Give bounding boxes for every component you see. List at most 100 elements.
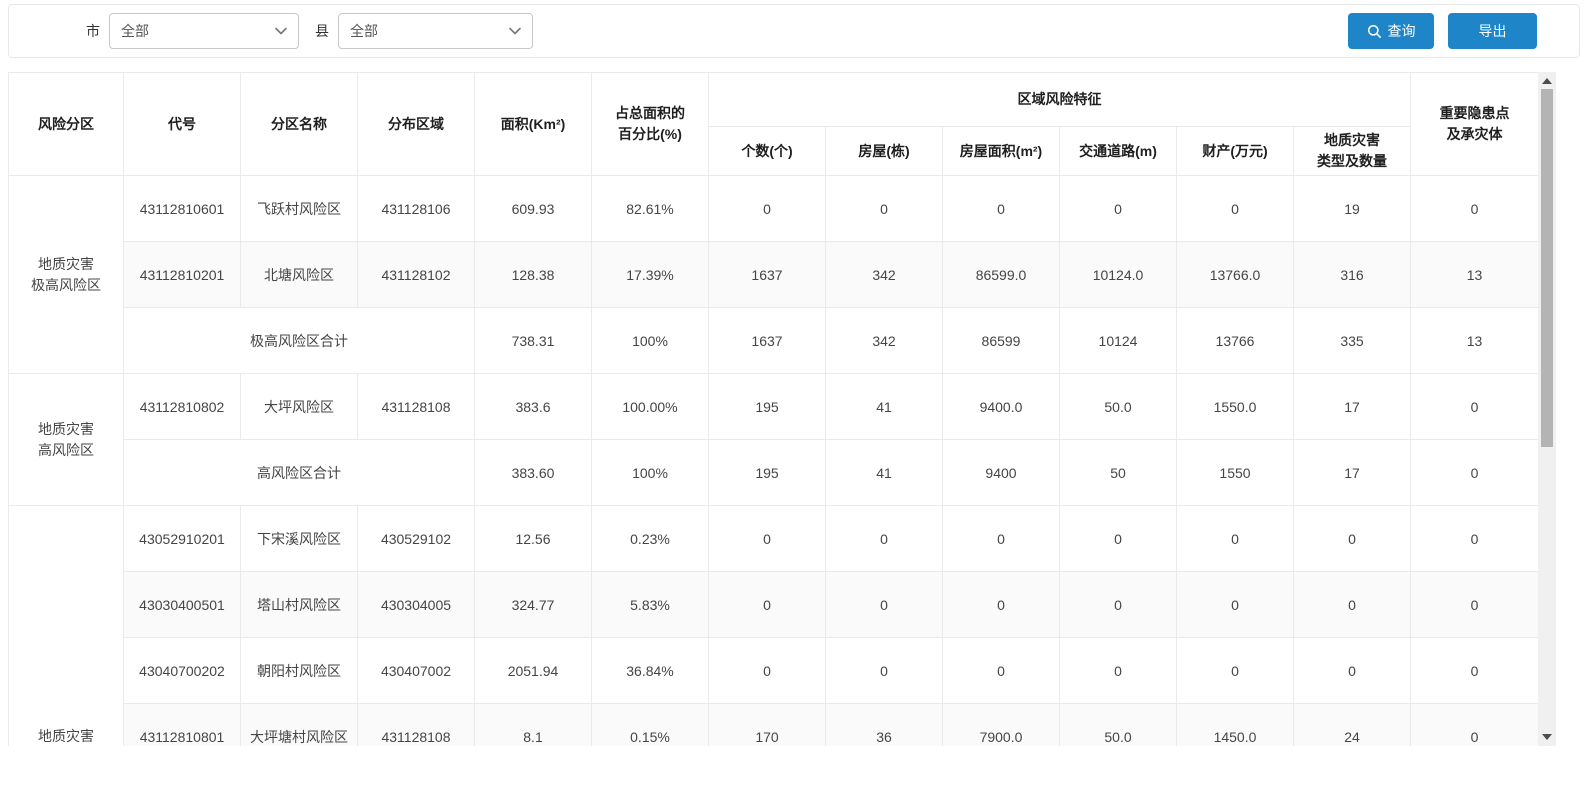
risk-group-cell: 地质灾害 极高风险区: [9, 176, 124, 374]
cell-roads: 0: [1060, 506, 1177, 572]
cell-property: 1550.0: [1177, 374, 1294, 440]
cell-name: 北塘风险区: [241, 242, 358, 308]
cell-area: 324.77: [475, 572, 592, 638]
table-row: 地质灾害 高风险区 43112810802 大坪风险区 431128108 38…: [9, 374, 1539, 440]
cell-hazards: 24: [1294, 704, 1411, 747]
cell-hazards: 17: [1294, 440, 1411, 506]
table-area: 风险分区 代号 分区名称 分布区域 面积(Km²) 占总面积的 百分比(%) 区…: [8, 72, 1556, 746]
cell-houses: 342: [826, 308, 943, 374]
cell-name: 大坪风险区: [241, 374, 358, 440]
cell-house-area: 7900.0: [943, 704, 1060, 747]
cell-roads: 0: [1060, 572, 1177, 638]
county-select[interactable]: 全部: [338, 13, 533, 49]
cell-pct: 100%: [592, 308, 709, 374]
cell-region: 431128102: [358, 242, 475, 308]
cell-name: 飞跃村风险区: [241, 176, 358, 242]
cell-pct: 100%: [592, 440, 709, 506]
table-row: 43112810801 大坪塘村风险区 431128108 8.1 0.15% …: [9, 704, 1539, 747]
cell-roads: 0: [1060, 176, 1177, 242]
cell-hazards: 0: [1294, 572, 1411, 638]
cell-houses: 0: [826, 506, 943, 572]
risk-zone-table: 风险分区 代号 分区名称 分布区域 面积(Km²) 占总面积的 百分比(%) 区…: [8, 72, 1538, 746]
cell-property: 13766.0: [1177, 242, 1294, 308]
table-row: 43040700202 朝阳村风险区 430407002 2051.94 36.…: [9, 638, 1539, 704]
cell-house-area: 86599.0: [943, 242, 1060, 308]
risk-group-cell: 地质灾害: [9, 506, 124, 747]
cell-region: 431128108: [358, 704, 475, 747]
cell-pct: 5.83%: [592, 572, 709, 638]
col-header-area: 面积(Km²): [475, 73, 592, 176]
cell-house-area: 9400.0: [943, 374, 1060, 440]
col-header-region: 分布区域: [358, 73, 475, 176]
cell-hazards: 335: [1294, 308, 1411, 374]
col-group-header-risk-features: 区域风险特征: [709, 73, 1411, 127]
city-select[interactable]: 全部: [109, 13, 299, 49]
cell-roads: 10124: [1060, 308, 1177, 374]
cell-house-area: 0: [943, 638, 1060, 704]
cell-count: 0: [709, 572, 826, 638]
cell-name: 塔山村风险区: [241, 572, 358, 638]
cell-area: 128.38: [475, 242, 592, 308]
cell-houses: 41: [826, 374, 943, 440]
cell-pct: 100.00%: [592, 374, 709, 440]
subtotal-label: 高风险区合计: [124, 440, 475, 506]
cell-property: 1450.0: [1177, 704, 1294, 747]
cell-important: 13: [1411, 242, 1538, 308]
cell-pct: 0.15%: [592, 704, 709, 747]
cell-count: 170: [709, 704, 826, 747]
cell-houses: 36: [826, 704, 943, 747]
cell-house-area: 0: [943, 176, 1060, 242]
cell-count: 0: [709, 506, 826, 572]
cell-code: 43112810601: [124, 176, 241, 242]
cell-pct: 17.39%: [592, 242, 709, 308]
subtotal-row: 高风险区合计 383.60 100% 195 41 9400 50 1550 1…: [9, 440, 1539, 506]
cell-area: 8.1: [475, 704, 592, 747]
export-button-label: 导出: [1479, 21, 1507, 41]
scroll-down-arrow-icon[interactable]: [1542, 734, 1552, 740]
county-select-value: 全部: [350, 21, 378, 41]
cell-roads: 50.0: [1060, 374, 1177, 440]
cell-count: 195: [709, 440, 826, 506]
city-label: 市: [86, 21, 100, 41]
cell-area: 383.60: [475, 440, 592, 506]
header-row-1: 风险分区 代号 分区名称 分布区域 面积(Km²) 占总面积的 百分比(%) 区…: [9, 73, 1539, 127]
cell-count: 0: [709, 638, 826, 704]
cell-roads: 0: [1060, 638, 1177, 704]
table-row: 地质灾害 43052910201 下宋溪风险区 430529102 12.56 …: [9, 506, 1539, 572]
cell-code: 43112810801: [124, 704, 241, 747]
export-button[interactable]: 导出: [1448, 13, 1537, 49]
cell-region: 431128108: [358, 374, 475, 440]
city-select-value: 全部: [121, 21, 149, 41]
table-row: 43112810201 北塘风险区 431128102 128.38 17.39…: [9, 242, 1539, 308]
cell-code: 43040700202: [124, 638, 241, 704]
search-icon: [1367, 24, 1382, 39]
query-button[interactable]: 查询: [1348, 13, 1434, 49]
cell-property: 1550: [1177, 440, 1294, 506]
cell-count: 195: [709, 374, 826, 440]
subtotal-label: 极高风险区合计: [124, 308, 475, 374]
risk-group-cell: 地质灾害 高风险区: [9, 374, 124, 506]
cell-important: 0: [1411, 506, 1538, 572]
scrollbar-thumb[interactable]: [1541, 89, 1553, 447]
cell-important: 0: [1411, 638, 1538, 704]
cell-important: 0: [1411, 374, 1538, 440]
cell-property: 13766: [1177, 308, 1294, 374]
cell-roads: 10124.0: [1060, 242, 1177, 308]
cell-important: 0: [1411, 572, 1538, 638]
col-header-percent: 占总面积的 百分比(%): [592, 73, 709, 176]
table-row: 43030400501 塔山村风险区 430304005 324.77 5.83…: [9, 572, 1539, 638]
filter-toolbar: 市 全部 县 全部 查询 导出: [8, 4, 1580, 58]
cell-name: 下宋溪风险区: [241, 506, 358, 572]
chevron-down-icon: [274, 24, 288, 38]
cell-property: 0: [1177, 638, 1294, 704]
cell-hazards: 0: [1294, 506, 1411, 572]
scroll-up-arrow-icon[interactable]: [1542, 78, 1552, 84]
vertical-scrollbar[interactable]: [1538, 72, 1556, 746]
cell-hazards: 316: [1294, 242, 1411, 308]
cell-code: 43030400501: [124, 572, 241, 638]
col-header-house-area: 房屋面积(m²): [943, 127, 1060, 176]
cell-pct: 0.23%: [592, 506, 709, 572]
cell-house-area: 0: [943, 506, 1060, 572]
cell-area: 738.31: [475, 308, 592, 374]
cell-pct: 36.84%: [592, 638, 709, 704]
